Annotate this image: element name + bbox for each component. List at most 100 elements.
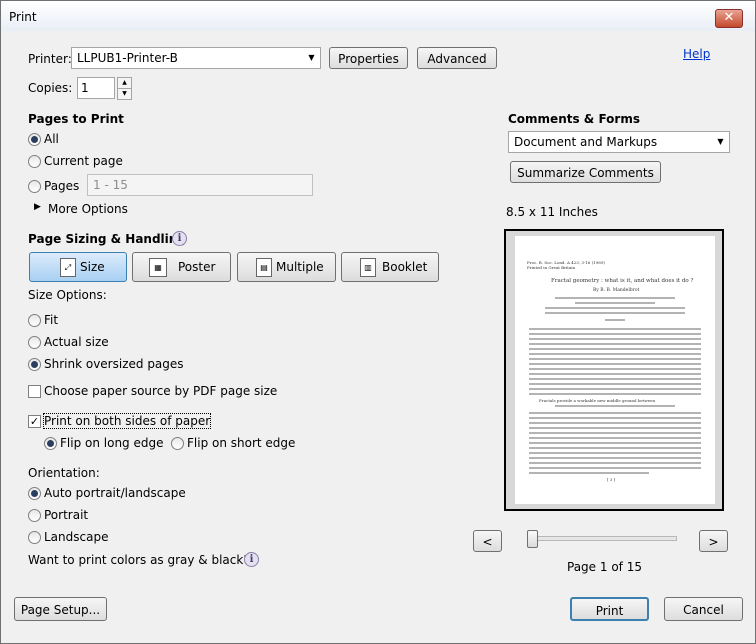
pages-range-radio[interactable] bbox=[28, 180, 41, 193]
preview-text-line bbox=[529, 378, 701, 380]
preview-text-line bbox=[545, 307, 685, 309]
preview-text-line bbox=[545, 312, 685, 314]
multiple-pages-icon: ▤ bbox=[256, 258, 272, 277]
landscape-radio[interactable] bbox=[28, 531, 41, 544]
preview-text-line bbox=[529, 383, 701, 385]
paper-source-label[interactable]: Choose paper source by PDF page size bbox=[44, 384, 277, 398]
comments-forms-select[interactable]: Document and Markups ▼ bbox=[508, 131, 730, 153]
info-icon[interactable]: i bbox=[244, 552, 259, 567]
poster-mode-label: Poster bbox=[178, 260, 216, 274]
paper-source-checkbox[interactable] bbox=[28, 385, 41, 398]
pages-range-label[interactable]: Pages bbox=[44, 179, 79, 193]
properties-button[interactable]: Properties bbox=[329, 47, 408, 69]
title-bar: Print ✕ bbox=[1, 1, 755, 31]
fit-label[interactable]: Fit bbox=[44, 313, 58, 327]
shrink-oversized-radio[interactable] bbox=[28, 358, 41, 371]
preview-text-line bbox=[529, 432, 701, 434]
prev-page-button[interactable]: < bbox=[473, 530, 502, 552]
cancel-button[interactable]: Cancel bbox=[664, 597, 743, 621]
preview-text-line bbox=[529, 437, 701, 439]
copies-input[interactable]: 1 bbox=[77, 77, 115, 99]
copies-value: 1 bbox=[81, 81, 89, 95]
preview-text-line bbox=[529, 333, 701, 335]
close-button[interactable]: ✕ bbox=[715, 9, 743, 28]
next-page-button[interactable]: > bbox=[699, 530, 728, 552]
print-dialog: Print ✕ Help Printer: LLPUB1-Printer-B ▼… bbox=[0, 0, 756, 644]
preview-section-heading: Fractals provide a workable new middle g… bbox=[539, 398, 656, 403]
booklet-icon: ▥ bbox=[360, 258, 376, 277]
gray-black-label: Want to print colors as gray & black? bbox=[28, 553, 250, 567]
advanced-button[interactable]: Advanced bbox=[417, 47, 497, 69]
copies-label: Copies: bbox=[28, 81, 73, 95]
preview-text-line bbox=[529, 462, 701, 464]
portrait-radio[interactable] bbox=[28, 509, 41, 522]
multiple-mode-button[interactable]: ▤ Multiple bbox=[237, 252, 336, 282]
summarize-comments-button[interactable]: Summarize Comments bbox=[510, 161, 661, 183]
help-link[interactable]: Help bbox=[683, 47, 710, 61]
preview-footer: [ 3 ] bbox=[607, 477, 616, 482]
flip-short-edge-radio[interactable] bbox=[171, 437, 184, 450]
actual-size-radio[interactable] bbox=[28, 336, 41, 349]
flip-long-edge-label[interactable]: Flip on long edge bbox=[60, 436, 163, 450]
printer-select[interactable]: LLPUB1-Printer-B ▼ bbox=[71, 47, 321, 69]
chevron-down-icon: ▼ bbox=[308, 53, 315, 62]
current-page-label[interactable]: Current page bbox=[44, 154, 123, 168]
booklet-mode-button[interactable]: ▥ Booklet bbox=[341, 252, 439, 282]
actual-size-label[interactable]: Actual size bbox=[44, 335, 109, 349]
preview-header-text: Printed in Great Britain bbox=[527, 265, 576, 270]
comments-forms-value: Document and Markups bbox=[514, 135, 658, 149]
page-preview: Proc. R. Soc. Lond. A 423, 3-16 (1989) P… bbox=[504, 229, 724, 511]
all-pages-radio[interactable] bbox=[28, 133, 41, 146]
both-sides-checkbox[interactable]: ✓ bbox=[28, 415, 41, 428]
printer-value: LLPUB1-Printer-B bbox=[77, 51, 178, 65]
all-pages-label[interactable]: All bbox=[44, 132, 59, 146]
page-sizing-heading: Page Sizing & Handling bbox=[28, 232, 186, 246]
preview-text-line bbox=[529, 343, 701, 345]
size-mode-label: Size bbox=[80, 260, 105, 274]
preview-text-line bbox=[529, 442, 701, 444]
booklet-mode-label: Booklet bbox=[382, 260, 428, 274]
preview-text-line bbox=[529, 388, 701, 390]
comments-forms-heading: Comments & Forms bbox=[508, 112, 640, 126]
copies-down-button[interactable]: ▼ bbox=[117, 88, 132, 100]
flip-short-edge-label[interactable]: Flip on short edge bbox=[187, 436, 295, 450]
page-slider-track[interactable] bbox=[531, 536, 677, 541]
portrait-label[interactable]: Portrait bbox=[44, 508, 88, 522]
both-sides-label[interactable]: Print on both sides of paper bbox=[42, 413, 212, 429]
preview-text-line bbox=[529, 328, 701, 330]
more-options-toggle[interactable]: More Options bbox=[48, 202, 128, 216]
preview-doc-title: Fractal geometry : what is it, and what … bbox=[551, 278, 694, 284]
print-button[interactable]: Print bbox=[570, 597, 649, 621]
preview-text-line bbox=[529, 393, 701, 395]
orientation-heading: Orientation: bbox=[28, 466, 100, 480]
preview-text-line bbox=[529, 338, 701, 340]
size-options-label: Size Options: bbox=[28, 288, 107, 302]
preview-text-line bbox=[529, 452, 701, 454]
printer-label: Printer: bbox=[28, 52, 72, 66]
triangle-right-icon[interactable]: ▶ bbox=[34, 202, 41, 212]
preview-text-line bbox=[529, 363, 701, 365]
poster-mode-button[interactable]: ▦ Poster bbox=[132, 252, 231, 282]
preview-text-line bbox=[529, 373, 701, 375]
size-mode-button[interactable]: ⤢ Size bbox=[29, 252, 127, 282]
auto-orientation-label[interactable]: Auto portrait/landscape bbox=[44, 486, 186, 500]
preview-text-line bbox=[529, 417, 701, 419]
shrink-oversized-label[interactable]: Shrink oversized pages bbox=[44, 357, 184, 371]
chevron-down-icon: ▼ bbox=[717, 137, 724, 146]
info-icon[interactable]: i bbox=[172, 231, 187, 246]
preview-text-line bbox=[575, 302, 655, 304]
poster-icon: ▦ bbox=[149, 258, 167, 277]
preview-text-line bbox=[529, 358, 701, 360]
preview-text-line bbox=[605, 319, 625, 321]
auto-orientation-radio[interactable] bbox=[28, 487, 41, 500]
fit-radio[interactable] bbox=[28, 314, 41, 327]
page-slider-thumb[interactable] bbox=[527, 530, 538, 548]
paper-size-label: 8.5 x 11 Inches bbox=[506, 205, 598, 219]
page-setup-button[interactable]: Page Setup... bbox=[14, 597, 107, 621]
pages-range-value: 1 - 15 bbox=[93, 178, 128, 192]
preview-text-line bbox=[529, 422, 701, 424]
current-page-radio[interactable] bbox=[28, 155, 41, 168]
landscape-label[interactable]: Landscape bbox=[44, 530, 108, 544]
flip-long-edge-radio[interactable] bbox=[44, 437, 57, 450]
pages-range-input[interactable]: 1 - 15 bbox=[87, 174, 313, 196]
